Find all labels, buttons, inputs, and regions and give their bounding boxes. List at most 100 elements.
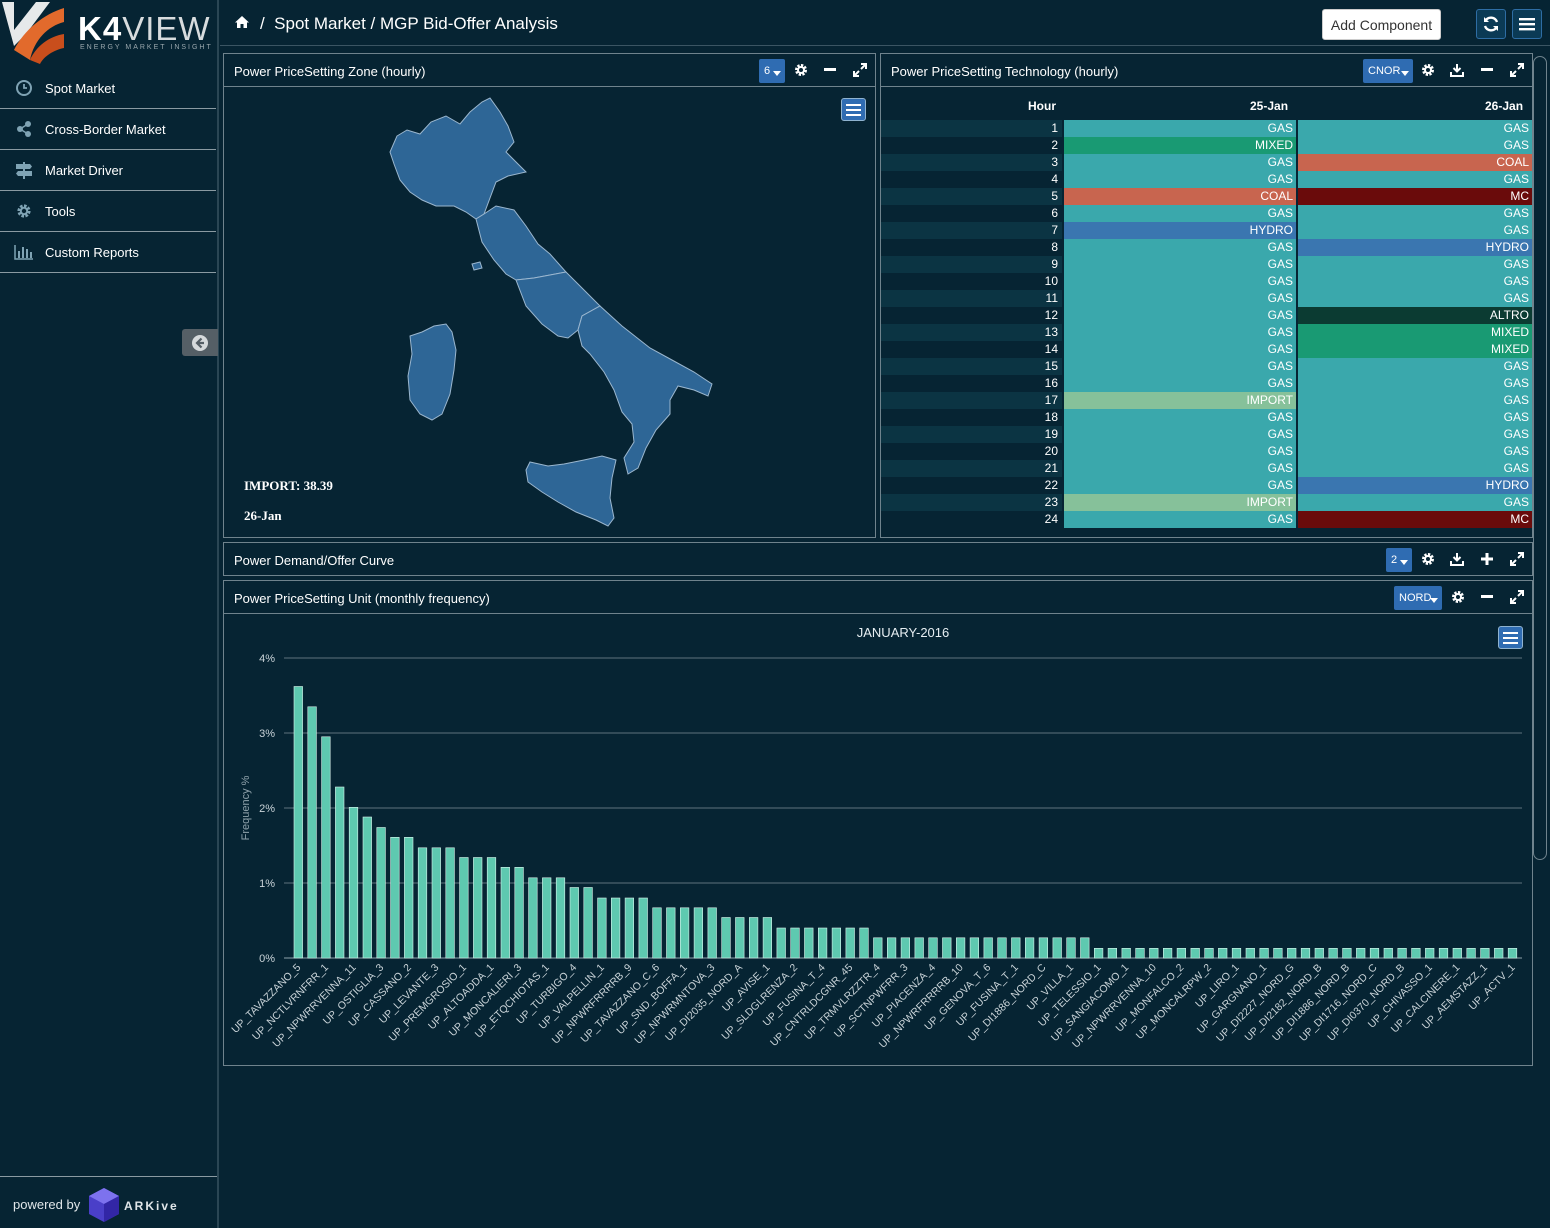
bar[interactable] xyxy=(942,937,952,959)
bar[interactable] xyxy=(1190,947,1200,959)
technology-cell[interactable]: MIXED xyxy=(1298,324,1532,341)
bar[interactable] xyxy=(638,897,648,959)
bar[interactable] xyxy=(390,837,400,959)
add-component-button[interactable]: Add Component xyxy=(1322,9,1441,40)
bar[interactable] xyxy=(776,927,786,959)
bar[interactable] xyxy=(707,907,717,959)
settings-button[interactable] xyxy=(1419,61,1437,79)
technology-cell[interactable]: GAS xyxy=(1298,171,1532,188)
bar[interactable] xyxy=(817,927,828,959)
technology-cell[interactable]: GAS xyxy=(1298,375,1532,392)
technology-cell[interactable]: GAS xyxy=(1298,290,1532,307)
bar[interactable] xyxy=(1066,937,1076,959)
bar[interactable] xyxy=(1287,947,1297,959)
map-region-cnor[interactable] xyxy=(475,205,567,281)
bar[interactable] xyxy=(1080,937,1090,959)
unit-zone-select[interactable]: NORD xyxy=(1394,586,1442,610)
breadcrumb-path[interactable]: Spot Market / MGP Bid-Offer Analysis xyxy=(274,14,558,33)
bar[interactable] xyxy=(1342,947,1352,959)
technology-cell[interactable]: MIXED xyxy=(1298,341,1532,358)
bar[interactable] xyxy=(583,887,593,959)
technology-cell[interactable]: MC xyxy=(1298,188,1532,205)
technology-cell[interactable]: GAS xyxy=(1064,154,1296,171)
technology-cell[interactable]: GAS xyxy=(1064,239,1296,256)
technology-cell[interactable]: GAS xyxy=(1064,375,1296,392)
bar[interactable] xyxy=(845,927,855,959)
bar[interactable] xyxy=(1135,947,1145,959)
technology-cell[interactable]: GAS xyxy=(1064,290,1296,307)
map-region-sardegna[interactable] xyxy=(407,323,457,421)
bar[interactable] xyxy=(1397,947,1407,959)
technology-zone-select[interactable]: CNOR xyxy=(1363,59,1413,83)
bar[interactable] xyxy=(293,686,303,959)
bar[interactable] xyxy=(831,927,841,959)
bar[interactable] xyxy=(1411,947,1421,959)
bar[interactable] xyxy=(1452,947,1462,959)
bar[interactable] xyxy=(1300,947,1311,959)
technology-cell[interactable]: GAS xyxy=(1298,120,1532,137)
bar[interactable] xyxy=(473,857,483,959)
technology-cell[interactable]: GAS xyxy=(1064,511,1296,528)
bar[interactable] xyxy=(307,706,317,959)
refresh-button[interactable] xyxy=(1476,9,1506,39)
bar[interactable] xyxy=(997,937,1007,959)
bar[interactable] xyxy=(376,827,386,959)
bar[interactable] xyxy=(1204,947,1214,959)
bar[interactable] xyxy=(431,847,441,959)
technology-cell[interactable]: HYDRO xyxy=(1298,477,1532,494)
bar[interactable] xyxy=(404,837,414,959)
bar[interactable] xyxy=(1024,937,1035,959)
bar[interactable] xyxy=(486,857,497,959)
sidebar-item-cross-border-market[interactable]: Cross-Border Market xyxy=(0,109,216,150)
bar[interactable] xyxy=(1425,947,1435,959)
technology-cell[interactable]: HYDRO xyxy=(1298,239,1532,256)
technology-cell[interactable]: GAS xyxy=(1064,358,1296,375)
bar[interactable] xyxy=(1480,947,1490,959)
technology-cell[interactable]: GAS xyxy=(1298,222,1532,239)
settings-button[interactable] xyxy=(1419,550,1437,568)
technology-cell[interactable]: GAS xyxy=(1064,426,1296,443)
bar[interactable] xyxy=(914,937,924,959)
bar[interactable] xyxy=(514,867,524,959)
bar[interactable] xyxy=(983,937,993,959)
bar[interactable] xyxy=(748,917,759,959)
bar[interactable] xyxy=(348,807,359,959)
bar[interactable] xyxy=(886,937,897,959)
bar[interactable] xyxy=(1011,937,1021,959)
bar[interactable] xyxy=(1507,947,1518,959)
sidebar-item-market-driver[interactable]: Market Driver xyxy=(0,150,216,191)
technology-cell[interactable]: GAS xyxy=(1298,137,1532,154)
bar[interactable] xyxy=(1038,937,1048,959)
bar[interactable] xyxy=(859,927,869,959)
bar[interactable] xyxy=(873,937,883,959)
technology-cell[interactable]: GAS xyxy=(1064,477,1296,494)
bar[interactable] xyxy=(721,917,731,959)
bar[interactable] xyxy=(1093,947,1104,959)
technology-cell[interactable]: GAS xyxy=(1064,341,1296,358)
home-icon[interactable] xyxy=(234,15,250,32)
bar[interactable] xyxy=(1259,947,1269,959)
bar[interactable] xyxy=(528,877,538,959)
bar[interactable] xyxy=(1176,947,1186,959)
technology-cell[interactable]: GAS xyxy=(1064,120,1296,137)
bar[interactable] xyxy=(555,877,566,959)
bar[interactable] xyxy=(928,937,938,959)
technology-cell[interactable]: GAS xyxy=(1064,460,1296,477)
map-region-nord[interactable] xyxy=(389,97,527,220)
technology-cell[interactable]: GAS xyxy=(1064,324,1296,341)
technology-cell[interactable]: MIXED xyxy=(1064,137,1296,154)
technology-cell[interactable]: GAS xyxy=(1064,307,1296,324)
minimize-button[interactable] xyxy=(1478,61,1496,79)
bar[interactable] xyxy=(652,907,662,959)
bar[interactable] xyxy=(955,937,966,959)
download-button[interactable] xyxy=(1448,61,1466,79)
bar[interactable] xyxy=(500,867,510,959)
bar[interactable] xyxy=(693,907,704,959)
technology-cell[interactable]: GAS xyxy=(1298,443,1532,460)
technology-cell[interactable]: GAS xyxy=(1064,171,1296,188)
bar[interactable] xyxy=(804,927,814,959)
bar[interactable] xyxy=(445,847,455,959)
expand-panel-button[interactable] xyxy=(1478,550,1496,568)
bar[interactable] xyxy=(417,847,428,959)
sidebar-item-custom-reports[interactable]: Custom Reports xyxy=(0,232,216,273)
